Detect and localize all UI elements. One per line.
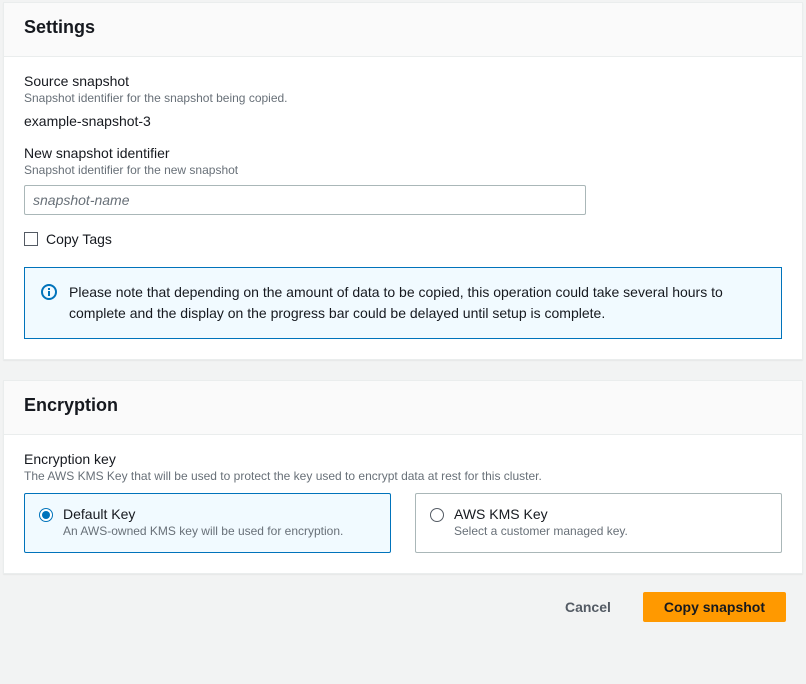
copy-tags-label: Copy Tags bbox=[46, 231, 112, 247]
new-snapshot-id-desc: Snapshot identifier for the new snapshot bbox=[24, 163, 782, 177]
info-icon bbox=[41, 282, 57, 324]
radio-default-key-title: Default Key bbox=[63, 506, 343, 522]
source-snapshot-desc: Snapshot identifier for the snapshot bei… bbox=[24, 91, 782, 105]
copy-tags-row[interactable]: Copy Tags bbox=[24, 231, 782, 247]
info-text: Please note that depending on the amount… bbox=[69, 282, 765, 324]
settings-header: Settings bbox=[4, 3, 802, 57]
info-box: Please note that depending on the amount… bbox=[24, 267, 782, 339]
settings-panel: Settings Source snapshot Snapshot identi… bbox=[3, 2, 803, 360]
new-snapshot-id-label: New snapshot identifier bbox=[24, 145, 782, 161]
cancel-button[interactable]: Cancel bbox=[545, 592, 631, 622]
source-snapshot-value: example-snapshot-3 bbox=[24, 113, 782, 129]
encryption-panel: Encryption Encryption key The AWS KMS Ke… bbox=[3, 380, 803, 574]
encryption-key-desc: The AWS KMS Key that will be used to pro… bbox=[24, 469, 782, 483]
copy-tags-checkbox[interactable] bbox=[24, 232, 38, 246]
radio-dot-icon bbox=[430, 508, 444, 522]
radio-kms-key-desc: Select a customer managed key. bbox=[454, 524, 628, 538]
copy-snapshot-button[interactable]: Copy snapshot bbox=[643, 592, 786, 622]
radio-dot-icon bbox=[39, 508, 53, 522]
encryption-key-label: Encryption key bbox=[24, 451, 782, 467]
settings-heading: Settings bbox=[24, 17, 782, 38]
radio-default-key-desc: An AWS-owned KMS key will be used for en… bbox=[63, 524, 343, 538]
footer-actions: Cancel Copy snapshot bbox=[0, 574, 806, 622]
new-snapshot-id-field: New snapshot identifier Snapshot identif… bbox=[24, 145, 782, 215]
source-snapshot-label: Source snapshot bbox=[24, 73, 782, 89]
radio-kms-key[interactable]: AWS KMS Key Select a customer managed ke… bbox=[415, 493, 782, 553]
new-snapshot-id-input[interactable] bbox=[24, 185, 586, 215]
encryption-heading: Encryption bbox=[24, 395, 782, 416]
radio-default-key[interactable]: Default Key An AWS-owned KMS key will be… bbox=[24, 493, 391, 553]
radio-kms-key-title: AWS KMS Key bbox=[454, 506, 628, 522]
encryption-options: Default Key An AWS-owned KMS key will be… bbox=[24, 493, 782, 553]
encryption-header: Encryption bbox=[4, 381, 802, 435]
source-snapshot-field: Source snapshot Snapshot identifier for … bbox=[24, 73, 782, 129]
encryption-key-field: Encryption key The AWS KMS Key that will… bbox=[24, 451, 782, 483]
